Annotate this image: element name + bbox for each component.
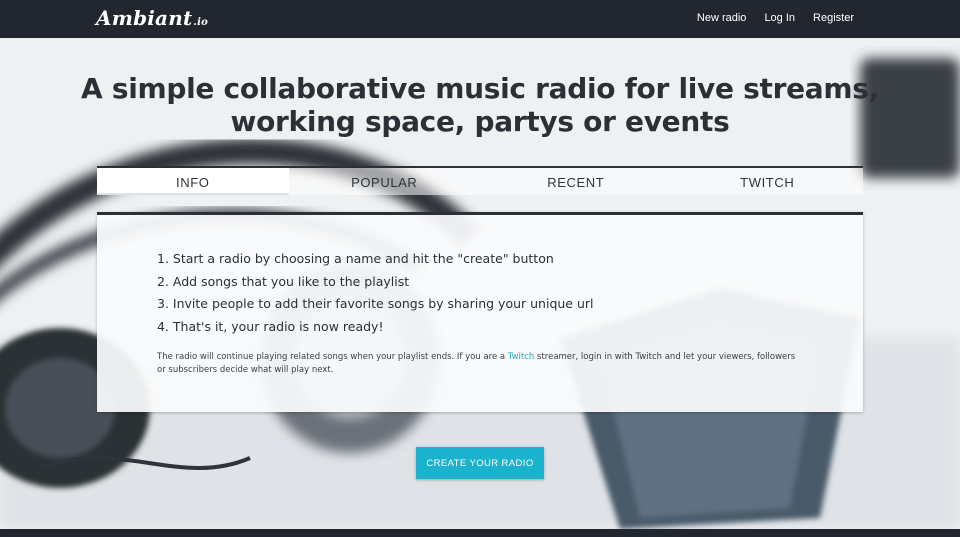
tab-twitch[interactable]: TWITCH — [672, 168, 864, 195]
step-item: 3. Invite people to add their favorite s… — [157, 296, 594, 311]
logo-tld-text: .io — [193, 17, 208, 28]
steps-list: 1. Start a radio by choosing a name and … — [157, 248, 594, 338]
create-your-radio-button[interactable]: CREATE YOUR RADIO — [416, 447, 544, 479]
step-item: 4. That's it, your radio is now ready! — [157, 318, 384, 334]
log-in-link[interactable]: Log In — [764, 12, 795, 24]
tab-popular[interactable]: POPULAR — [289, 168, 481, 195]
top-navigation-bar: Ambiant.io New radio Log In Register — [0, 0, 960, 38]
step-item: 1. Start a radio by choosing a name and … — [157, 251, 554, 266]
step-item: 2. Add songs that you like to the playli… — [157, 273, 410, 289]
logo-main-text: Ambiant — [96, 6, 193, 30]
ambiant-logo[interactable]: Ambiant.io — [96, 6, 208, 30]
page-headline: A simple collaborative music radio for l… — [0, 72, 960, 138]
info-note: The radio will continue playing related … — [157, 351, 797, 377]
header-nav: New radio Log In Register — [697, 12, 854, 24]
new-radio-link[interactable]: New radio — [697, 12, 747, 24]
footer-bar — [0, 529, 960, 537]
radio-tabs: INFO POPULAR RECENT TWITCH — [97, 166, 863, 195]
headline-line-1: A simple collaborative music radio for l… — [81, 72, 879, 105]
tab-recent[interactable]: RECENT — [480, 168, 672, 195]
twitch-link[interactable]: Twitch — [508, 352, 535, 362]
tab-info[interactable]: INFO — [97, 168, 289, 195]
note-text-start: The radio will continue playing related … — [157, 352, 508, 362]
headline-line-2: working space, partys or events — [230, 105, 730, 138]
info-panel: 1. Start a radio by choosing a name and … — [97, 212, 863, 412]
register-link[interactable]: Register — [813, 12, 854, 24]
